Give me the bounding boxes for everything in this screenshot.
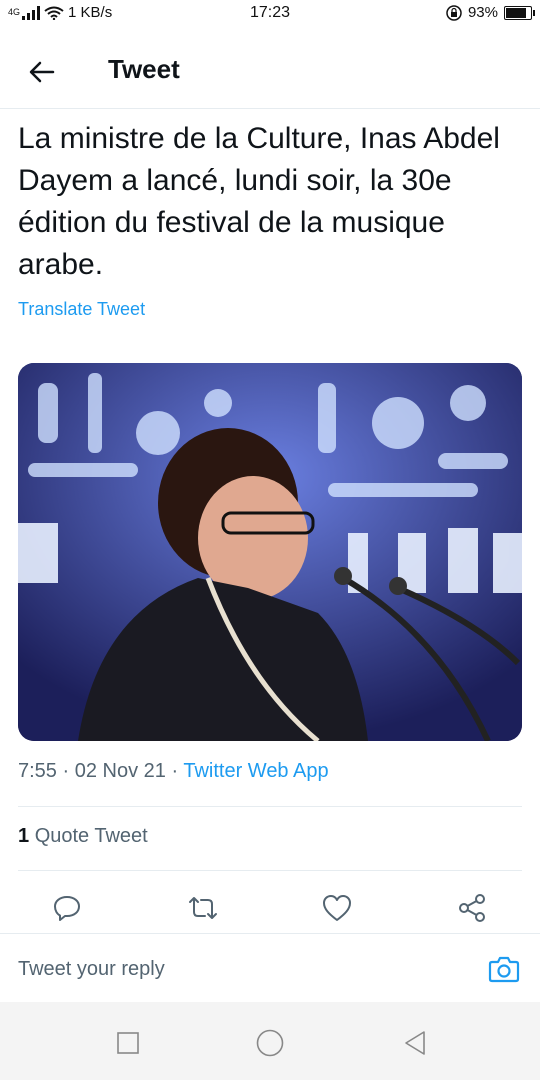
system-nav-bar <box>0 1002 540 1080</box>
home-button[interactable] <box>255 1028 285 1058</box>
recent-apps-button[interactable] <box>113 1028 143 1058</box>
translate-tweet-link[interactable]: Translate Tweet <box>18 299 145 320</box>
camera-button[interactable] <box>488 954 520 986</box>
share-button[interactable] <box>456 892 488 924</box>
like-button[interactable] <box>321 892 353 924</box>
back-button[interactable] <box>22 52 62 92</box>
battery-icon <box>504 5 535 20</box>
recent-apps-icon <box>117 1032 139 1054</box>
status-bar: 4G 1 KB/s 17:23 93% <box>0 0 540 28</box>
reply-input[interactable]: Tweet your reply <box>18 958 165 981</box>
status-right: 93% <box>446 4 535 21</box>
reply-button[interactable] <box>51 892 83 924</box>
tweet-actions <box>0 884 540 932</box>
nav-back-button[interactable] <box>400 1028 430 1058</box>
battery-percent: 93% <box>467 4 498 21</box>
divider <box>18 806 522 807</box>
reply-icon <box>54 896 80 921</box>
camera-icon <box>488 956 520 983</box>
tweet-photo[interactable] <box>18 363 522 741</box>
tweet-meta: 7:55 · 02 Nov 21 · Twitter Web App <box>18 760 329 783</box>
back-icon <box>405 1031 425 1055</box>
battery-fill <box>506 7 526 18</box>
retweet-button[interactable] <box>187 892 219 924</box>
quote-tweets-link[interactable]: 1 Quote Tweet <box>18 825 148 848</box>
photo-illustration <box>18 363 522 741</box>
tweet-text: La ministre de la Culture, Inas Abdel Da… <box>18 122 500 281</box>
tweet-source-app[interactable]: Twitter Web App <box>183 760 328 782</box>
meta-separator: · <box>62 760 70 782</box>
reply-bar: Tweet your reply <box>0 933 540 1002</box>
heart-icon <box>323 895 351 921</box>
arrow-left-icon <box>29 61 55 83</box>
page-title: Tweet <box>108 54 180 84</box>
meta-separator-2: · <box>171 760 179 782</box>
header: Tweet <box>0 38 540 109</box>
divider <box>18 870 522 871</box>
lock-rotation-icon <box>446 4 462 21</box>
tweet-date: 02 Nov 21 <box>74 760 166 782</box>
quote-count: 1 <box>18 825 30 847</box>
quote-label: Quote Tweet <box>34 825 148 847</box>
share-icon <box>459 894 485 922</box>
tweet-time: 7:55 <box>18 760 57 782</box>
retweet-icon <box>189 897 217 919</box>
home-icon <box>256 1029 284 1057</box>
